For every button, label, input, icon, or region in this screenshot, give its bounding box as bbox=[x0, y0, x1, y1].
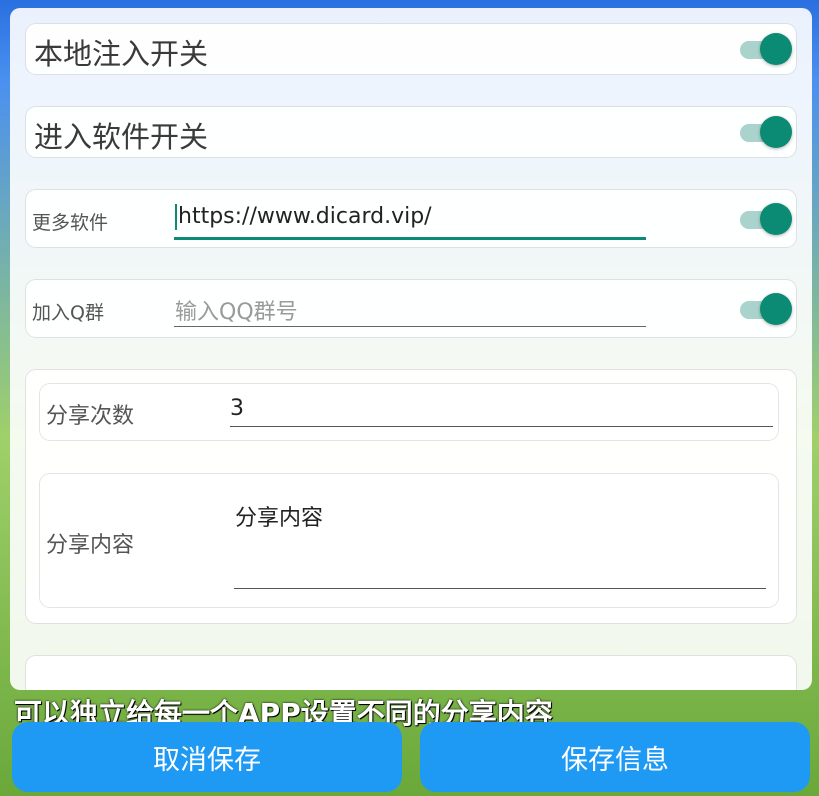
more-software-input[interactable]: https://www.dicard.vip/ bbox=[175, 204, 432, 230]
toggle-thumb bbox=[760, 203, 792, 235]
local-inject-row: 本地注入开关 bbox=[26, 24, 796, 74]
toggle-thumb bbox=[760, 293, 792, 325]
share-settings-group: 分享次数 3 分享内容 分享内容 bbox=[26, 370, 796, 623]
share-content-label: 分享内容 bbox=[46, 533, 135, 558]
join-qq-group-label: 加入Q群 bbox=[32, 302, 104, 324]
join-qq-group-row: 加入Q群 输入QQ群号 bbox=[26, 280, 796, 337]
share-content-underline bbox=[234, 588, 766, 589]
qq-group-underline bbox=[174, 326, 646, 327]
join-qq-group-toggle[interactable] bbox=[740, 293, 792, 325]
more-software-row: 更多软件 https://www.dicard.vip/ bbox=[26, 190, 796, 247]
settings-panel: 本地注入开关 进入软件开关 更多软件 https://www.dicard.vi… bbox=[10, 8, 812, 690]
save-info-button[interactable]: 保存信息 bbox=[420, 722, 810, 792]
more-software-label: 更多软件 bbox=[32, 212, 109, 234]
info-card bbox=[26, 656, 796, 690]
local-inject-label: 本地注入开关 bbox=[34, 37, 209, 71]
toggle-thumb bbox=[760, 116, 792, 148]
share-count-label: 分享次数 bbox=[46, 404, 135, 429]
enter-software-row: 进入软件开关 bbox=[26, 107, 796, 157]
text-caret bbox=[175, 204, 177, 230]
qq-group-input[interactable]: 输入QQ群号 bbox=[175, 294, 298, 326]
share-content-row: 分享内容 分享内容 bbox=[40, 474, 778, 607]
more-software-toggle[interactable] bbox=[740, 203, 792, 235]
more-software-value: https://www.dicard.vip/ bbox=[178, 204, 432, 229]
more-software-underline bbox=[174, 237, 646, 240]
enter-software-toggle[interactable] bbox=[740, 116, 792, 148]
toggle-thumb bbox=[760, 33, 792, 65]
local-inject-toggle[interactable] bbox=[740, 33, 792, 65]
share-count-row: 分享次数 3 bbox=[40, 384, 778, 440]
share-content-input[interactable]: 分享内容 bbox=[235, 500, 323, 532]
enter-software-label: 进入软件开关 bbox=[34, 120, 209, 154]
share-count-underline bbox=[230, 426, 773, 427]
cancel-save-button[interactable]: 取消保存 bbox=[12, 722, 402, 792]
share-count-input[interactable]: 3 bbox=[230, 396, 244, 421]
